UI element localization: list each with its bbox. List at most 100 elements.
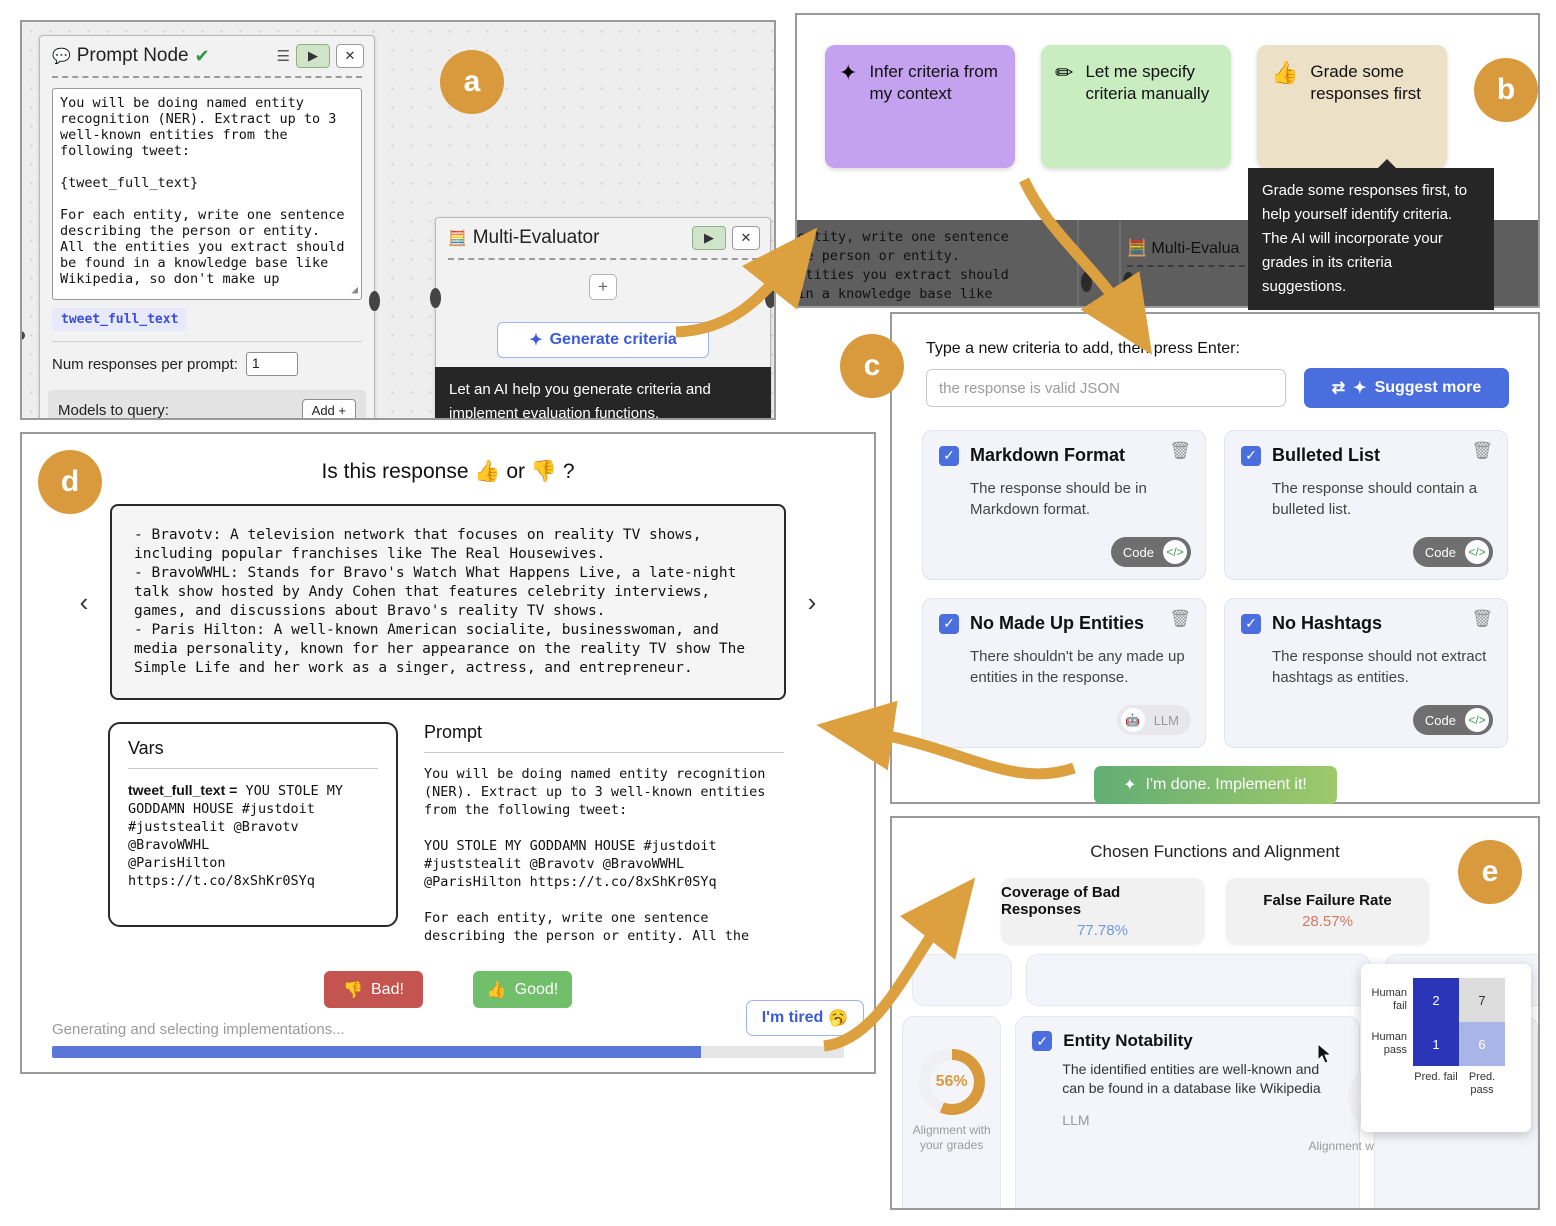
implement-button[interactable]: ✦ I'm done. Implement it! — [1093, 766, 1337, 804]
implementation-header: ✓ Entity Notability — [1032, 1031, 1343, 1051]
bad-button[interactable]: 👎 Bad! — [324, 971, 423, 1008]
backdrop-node-label: Multi-Evalua — [1151, 240, 1240, 257]
results-title: Chosen Functions and Alignment — [1090, 842, 1340, 861]
backdrop-node-edge-2 — [1119, 220, 1121, 306]
annotation-label-b: b — [1474, 58, 1538, 122]
close-button[interactable]: ✕ — [336, 44, 364, 68]
confusion-matrix-corner-spacer — [1379, 1071, 1413, 1097]
generate-criteria-button[interactable]: ✦ Generate criteria — [497, 322, 709, 358]
metric-value: 77.78% — [1077, 921, 1128, 939]
multi-evaluator-output-port[interactable] — [765, 288, 774, 308]
metric-label: False Failure Rate — [1263, 892, 1392, 909]
criteria-description: The response should be in Markdown forma… — [970, 480, 1147, 518]
next-response-button[interactable]: › — [800, 587, 824, 618]
abacus-icon: 🧮 — [1127, 240, 1147, 257]
refresh-icon: ⇄ — [1331, 380, 1346, 397]
progress-fill — [52, 1046, 702, 1058]
confusion-matrix-cell-0-0: 2 — [1413, 978, 1459, 1022]
criteria-type-label: LLM — [1153, 712, 1179, 728]
prompt-body: You will be doing named entity recogniti… — [424, 766, 766, 944]
criteria-card-no-made-up-entities[interactable]: 🗑 ✓ No Made Up Entities There shouldn't … — [922, 598, 1206, 748]
criteria-checkbox[interactable]: ✓ — [1241, 445, 1261, 466]
multi-evaluator-header: 🧮 Multi-Evaluator ▶ ✕ — [436, 218, 770, 256]
resize-handle-icon[interactable]: ◢ — [351, 282, 358, 298]
vars-divider — [128, 768, 378, 769]
criteria-type-toggle[interactable]: LLM 🤖 — [1116, 705, 1191, 735]
implementation-card-entity-notability[interactable]: ✓ Entity Notability The identified entit… — [1015, 1016, 1453, 1208]
choice-card-label: Let me specify criteria manually — [1085, 62, 1210, 103]
criteria-description: The response should not extract hashtags… — [1272, 648, 1487, 686]
prev-response-button[interactable]: ‹ — [72, 587, 96, 618]
close-button[interactable]: ✕ — [732, 226, 760, 250]
criteria-card-no-hashtags[interactable]: 🗑 ✓ No Hashtags The response should not … — [1224, 598, 1508, 748]
prompt-text: You will be doing named entity recogniti… — [60, 95, 345, 287]
backdrop-port-in — [1123, 272, 1134, 292]
sparkles-icon: ✦ — [839, 60, 858, 85]
criteria-card-markdown-format[interactable]: 🗑 ✓ Markdown Format The response should … — [922, 430, 1206, 580]
multi-evaluator-input-port[interactable] — [430, 288, 441, 308]
prompt-node[interactable]: 💬 Prompt Node ✔ ☰ ▶ ✕ You will be doing … — [22, 35, 380, 418]
thumbs-up-icon: 👍 — [1271, 60, 1299, 85]
alignment-donut-left-caption: Alignment with your grades — [912, 1123, 991, 1152]
panel-d-grading-modal: Is this response 👍 or 👎 ? ‹ - Bravotv: A… — [20, 432, 876, 1074]
criteria-checkbox[interactable]: ✓ — [939, 613, 959, 634]
mouse-cursor-icon — [1317, 1042, 1333, 1070]
suggest-more-label: Suggest more — [1374, 379, 1482, 396]
criteria-checkbox[interactable]: ✓ — [939, 445, 959, 466]
prompt-node-input-port[interactable] — [22, 331, 25, 340]
trash-icon[interactable]: 🗑 — [1471, 441, 1493, 461]
new-criteria-label: Type a new criteria to add, then press E… — [926, 340, 1240, 357]
criteria-type-toggle[interactable]: Code </> — [1110, 537, 1191, 567]
trash-icon[interactable]: 🗑 — [1169, 441, 1191, 461]
annotation-label-e: e — [1458, 840, 1522, 904]
sparkles-icon: ✦ — [1353, 380, 1367, 397]
implementation-checkbox[interactable]: ✓ — [1032, 1031, 1053, 1051]
code-icon: </> — [1465, 540, 1489, 564]
criteria-card-bulleted-list[interactable]: 🗑 ✓ Bulleted List The response should co… — [1224, 430, 1508, 580]
choice-card-specify-manually[interactable]: ✏ Let me specify criteria manually — [1041, 45, 1231, 168]
list-icon[interactable]: ☰ — [277, 47, 290, 65]
sparkles-icon: ✦ — [1123, 777, 1137, 794]
trash-icon[interactable]: 🗑 — [1471, 609, 1493, 629]
trash-icon[interactable]: 🗑 — [1169, 609, 1191, 629]
prompt-node-output-port[interactable] — [369, 291, 380, 311]
implementation-type: LLM — [1062, 1112, 1090, 1128]
num-responses-input[interactable]: 1 — [245, 352, 298, 376]
run-button[interactable]: ▶ — [296, 44, 330, 68]
implementation-card-left[interactable]: 56% Alignment with your grades ⌄ — [902, 1016, 1002, 1208]
prompt-textarea[interactable]: You will be doing named entity recogniti… — [52, 88, 362, 300]
add-model-button[interactable]: Add + — [301, 399, 356, 418]
choice-card-label: Infer criteria from my context — [869, 62, 998, 103]
abacus-icon: 🧮 — [448, 230, 467, 247]
run-button[interactable]: ▶ — [692, 226, 726, 250]
criteria-title: Bulleted List — [1272, 445, 1381, 465]
question-prefix: Is this response — [321, 460, 469, 483]
metric-value: 28.57% — [1302, 913, 1353, 930]
good-button[interactable]: 👍 Good! — [473, 971, 572, 1008]
choice-card-infer-criteria[interactable]: ✦ Infer criteria from my context — [825, 45, 1015, 168]
im-tired-button[interactable]: I'm tired 🥱 — [746, 1000, 864, 1036]
criteria-type-label: Code — [1424, 544, 1456, 560]
metric-false-failure-rate: False Failure Rate 28.57% — [1226, 878, 1429, 944]
implementation-title: Entity Notability — [1063, 1031, 1193, 1050]
choice-card-label: Grade some responses first — [1310, 62, 1421, 103]
tired-face-icon: 🥱 — [828, 1010, 849, 1027]
criteria-type-toggle[interactable]: Code </> — [1412, 705, 1493, 735]
confusion-matrix-col-label-0: Pred. fail — [1414, 1071, 1458, 1083]
add-evaluator-button[interactable]: + — [589, 274, 617, 300]
choice-card-grade-responses[interactable]: 👍 Grade some responses first — [1257, 45, 1447, 168]
divider — [52, 341, 362, 342]
generation-status: Generating and selecting implementations… — [52, 1021, 345, 1038]
variable-chip-tweet-full-text[interactable]: tweet_full_text — [52, 308, 188, 331]
question-middle: or — [506, 460, 526, 483]
panel-e-results: Chosen Functions and Alignment Coverage … — [890, 816, 1540, 1210]
criteria-type-toggle[interactable]: Code </> — [1412, 537, 1493, 567]
metric-label: Coverage of Bad Responses — [1001, 883, 1121, 918]
criteria-checkbox[interactable]: ✓ — [1241, 613, 1261, 634]
suggest-more-button[interactable]: ⇄ ✦ Suggest more — [1304, 368, 1509, 408]
new-criteria-input[interactable]: the response is valid JSON — [926, 369, 1286, 407]
confusion-matrix-grid: Human fail 2 7 Human pass 1 6 — [1372, 978, 1519, 1066]
vars-and-prompt-columns: Vars tweet_full_text = YOU STOLE MY GODD… — [108, 722, 874, 945]
tooltip-text: Grade some responses first, to help your… — [1262, 182, 1468, 295]
criteria-grid: 🗑 ✓ Markdown Format The response should … — [922, 430, 1508, 748]
